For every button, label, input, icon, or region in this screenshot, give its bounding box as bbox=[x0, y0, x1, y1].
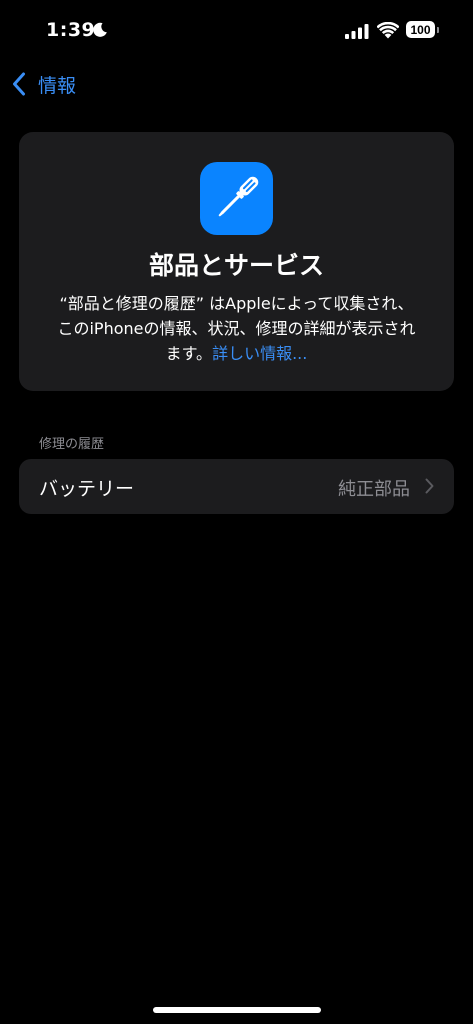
row-value: 純正部品 bbox=[338, 479, 410, 500]
description-line-1: “部品と修理の履歴” はAppleによって収集され、 bbox=[59, 294, 414, 313]
battery-body: 100 bbox=[406, 21, 435, 38]
description-line-2: このiPhoneの情報、状況、修理の詳細が表示され bbox=[57, 319, 416, 338]
moon-icon bbox=[93, 22, 107, 37]
cellular-signal-icon bbox=[345, 24, 369, 39]
status-bar: 1:39 100 bbox=[0, 0, 473, 62]
status-time: 1:39 bbox=[46, 19, 96, 41]
parts-service-card: 部品とサービス “部品と修理の履歴” はAppleによって収集され、 このiPh… bbox=[19, 132, 454, 391]
wifi-icon bbox=[377, 22, 399, 39]
card-title: 部品とサービス bbox=[148, 251, 324, 280]
battery-row[interactable]: バッテリー 純正部品 bbox=[19, 459, 454, 514]
chevron-left-icon bbox=[13, 72, 25, 96]
chevron-right-icon bbox=[425, 478, 434, 494]
learn-more-link[interactable]: 詳しい情報... bbox=[212, 344, 307, 363]
repair-history-list: バッテリー 純正部品 bbox=[19, 459, 454, 514]
battery-level: 100 bbox=[410, 22, 431, 37]
section-header: 修理の履歴 bbox=[39, 437, 105, 452]
parts-service-app-icon bbox=[200, 162, 273, 235]
screwdriver-icon bbox=[218, 176, 259, 217]
battery-cap bbox=[437, 27, 439, 33]
card-description: “部品と修理の履歴” はAppleによって収集され、 このiPhoneの情報、状… bbox=[33, 291, 440, 366]
home-indicator[interactable] bbox=[153, 1007, 321, 1013]
row-label: バッテリー bbox=[39, 478, 135, 500]
battery-icon: 100 bbox=[406, 21, 440, 40]
back-label: 情報 bbox=[38, 74, 77, 97]
back-button[interactable]: 情報 bbox=[10, 68, 76, 100]
description-line-3: ます。 bbox=[165, 344, 213, 363]
